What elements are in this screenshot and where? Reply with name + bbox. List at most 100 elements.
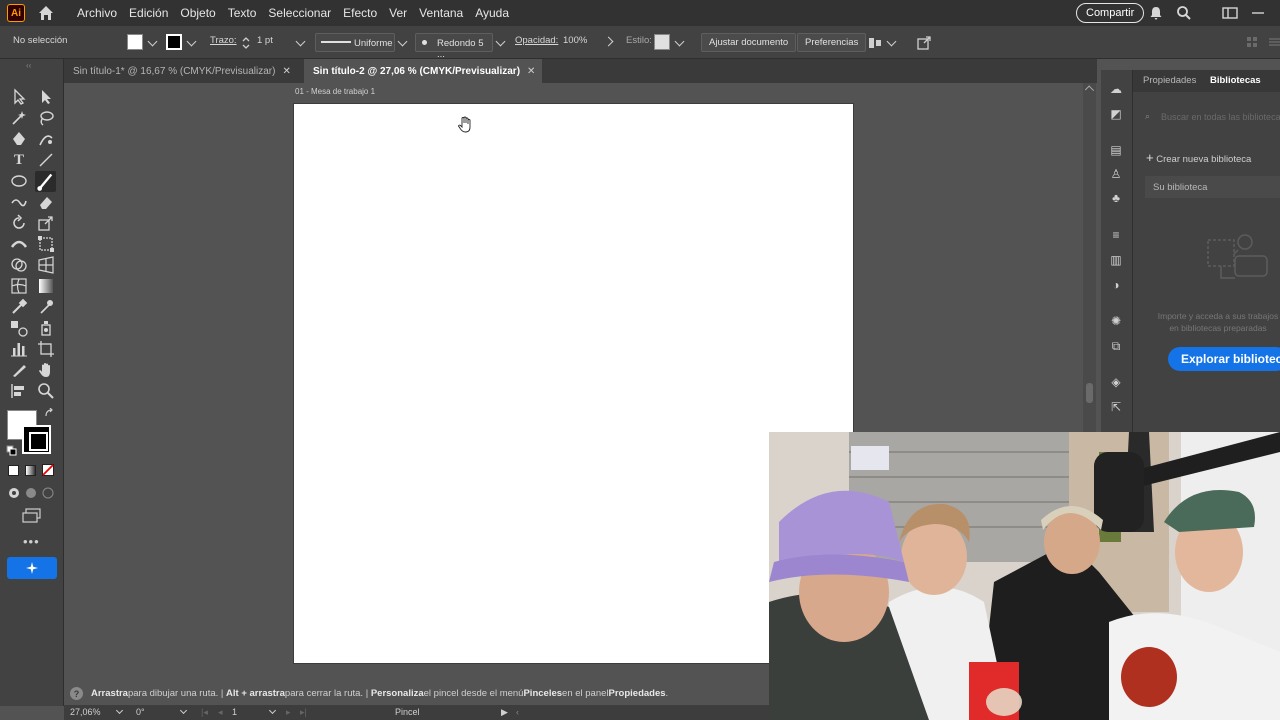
stroke-panel-icon[interactable]: ≡ — [1108, 227, 1124, 243]
libraries-cloud-icon[interactable]: ☁ — [1108, 81, 1124, 97]
chevron-down-icon[interactable] — [115, 706, 124, 715]
default-colors-icon[interactable] — [6, 445, 17, 456]
draw-behind-icon[interactable] — [25, 487, 37, 499]
next-artboard-icon[interactable]: ▸ — [286, 707, 291, 718]
measure-eyedropper-icon[interactable] — [37, 298, 55, 316]
menu-objeto[interactable]: Objeto — [174, 6, 221, 20]
menu-ver[interactable]: Ver — [383, 6, 413, 20]
search-input[interactable]: Buscar en todas las bibliotecas — [1161, 112, 1280, 122]
transparency-icon[interactable]: ◑ — [1108, 277, 1124, 293]
none-mode-icon[interactable] — [42, 464, 54, 476]
perspective-grid-icon[interactable] — [37, 256, 55, 274]
bell-icon[interactable] — [1148, 5, 1164, 21]
tab-doc-2[interactable]: Sin título-2 @ 27,06 % (CMYK/Previsualiz… — [304, 59, 542, 83]
collapse-icon[interactable]: ‹‹ — [26, 61, 31, 70]
gradient-tool-icon[interactable] — [37, 277, 55, 295]
tab-properties[interactable]: Propiedades — [1143, 75, 1196, 86]
last-artboard-icon[interactable]: ▸| — [300, 707, 307, 718]
menu-ventana[interactable]: Ventana — [413, 6, 469, 20]
direct-selection-tool-icon[interactable] — [37, 88, 55, 106]
opacity-field[interactable]: 100% — [563, 35, 587, 46]
chevron-down-icon[interactable] — [886, 36, 897, 47]
puppet-icon[interactable]: ♙ — [1108, 166, 1124, 182]
zoom-tool-icon[interactable] — [37, 382, 55, 400]
menu-edicion[interactable]: Edición — [123, 6, 174, 20]
column-graph-icon[interactable] — [10, 340, 28, 358]
zoom-field[interactable]: 27,06% — [70, 707, 101, 717]
shape-builder-icon[interactable] — [10, 256, 28, 274]
magic-wand-icon[interactable] — [10, 109, 28, 127]
menu-ayuda[interactable]: Ayuda — [469, 6, 515, 20]
document-icon[interactable]: ◩ — [1108, 106, 1124, 122]
lasso-icon[interactable] — [37, 109, 55, 127]
first-artboard-icon[interactable]: |◂ — [201, 707, 208, 718]
library-search[interactable]: ⌕ Buscar en todas las bibliotecas — [1143, 110, 1280, 126]
stepper-icon[interactable] — [241, 35, 251, 51]
scrollbar-thumb[interactable] — [1086, 383, 1093, 403]
fit-document-button[interactable]: Ajustar documento — [701, 33, 797, 52]
style-swatch[interactable] — [654, 34, 670, 50]
chevron-down-icon[interactable] — [186, 36, 197, 47]
artboards-panel-icon[interactable]: ⧉ — [1108, 338, 1124, 354]
color-mode-icon[interactable] — [8, 465, 19, 476]
symbol-sprayer-icon[interactable] — [37, 319, 55, 337]
draw-inside-icon[interactable] — [42, 487, 54, 499]
gradient-panel-icon[interactable]: ▥ — [1108, 252, 1124, 268]
minimize-icon[interactable] — [1250, 5, 1266, 21]
more-tools-icon[interactable]: ••• — [23, 534, 40, 549]
width-tool-icon[interactable] — [10, 235, 28, 253]
collapse-icon[interactable]: ‹ — [516, 707, 519, 717]
close-icon[interactable]: ✕ — [527, 66, 535, 77]
panel-grid-icon[interactable] — [1246, 36, 1258, 48]
paintbrush-tool-icon[interactable] — [35, 171, 56, 192]
mesh-tool-icon[interactable] — [10, 277, 28, 295]
align-icon[interactable] — [867, 35, 883, 51]
share-button[interactable]: Compartir — [1076, 3, 1145, 23]
rotate-tool-icon[interactable] — [10, 214, 28, 232]
export-icon[interactable] — [916, 35, 932, 51]
menu-efecto[interactable]: Efecto — [337, 6, 383, 20]
prev-artboard-icon[interactable]: ◂ — [218, 707, 223, 718]
chevron-down-icon[interactable] — [495, 36, 506, 47]
tab-doc-1[interactable]: Sin título-1* @ 16,67 % (CMYK/Previsuali… — [64, 59, 304, 83]
your-library-item[interactable]: Su biblioteca — [1145, 176, 1280, 198]
stroke-profile-select[interactable]: Uniforme — [315, 33, 395, 52]
stroke-label[interactable]: Trazo: — [210, 35, 237, 46]
screen-mode-icon[interactable] — [22, 508, 42, 524]
blend-tool-icon[interactable] — [10, 319, 28, 337]
artboard-tool-icon[interactable] — [37, 340, 55, 358]
stroke-weight-field[interactable]: 1 pt — [257, 35, 273, 46]
opacity-label[interactable]: Opacidad: — [515, 35, 558, 46]
chevron-down-icon[interactable] — [674, 36, 685, 47]
transform-panel-icon[interactable]: ▤ — [1108, 142, 1124, 158]
appearance-icon[interactable]: ✺ — [1108, 313, 1124, 329]
close-icon[interactable]: ✕ — [282, 66, 290, 77]
type-tool-icon[interactable]: T — [10, 151, 28, 169]
swap-colors-icon[interactable] — [44, 408, 55, 419]
scale-tool-icon[interactable] — [37, 214, 55, 232]
chevron-down-icon[interactable] — [147, 36, 158, 47]
draw-normal-icon[interactable] — [8, 487, 20, 499]
align-tool-icon[interactable] — [10, 382, 28, 400]
pen-tool-icon[interactable] — [10, 130, 28, 148]
play-icon[interactable]: ▶ — [501, 707, 508, 718]
gradient-mode-icon[interactable] — [25, 465, 36, 476]
chevron-right-icon[interactable] — [603, 36, 614, 47]
artboard-number-field[interactable]: 1 — [232, 707, 237, 717]
selection-tool-icon[interactable] — [10, 88, 28, 106]
hand-tool-icon[interactable] — [37, 361, 55, 379]
free-transform-icon[interactable] — [37, 235, 55, 253]
menu-archivo[interactable]: Archivo — [71, 6, 123, 20]
home-icon[interactable] — [37, 4, 55, 22]
layers-icon[interactable]: ◈ — [1108, 374, 1124, 390]
menu-texto[interactable]: Texto — [222, 6, 263, 20]
menu-icon[interactable] — [1268, 36, 1280, 48]
menu-seleccionar[interactable]: Seleccionar — [262, 6, 337, 20]
search-icon[interactable] — [1176, 5, 1192, 21]
chevron-down-icon[interactable] — [268, 706, 277, 715]
ellipse-tool-icon[interactable] — [10, 172, 28, 190]
chevron-down-icon[interactable] — [179, 706, 188, 715]
explore-libraries-button[interactable]: Explorar bibliotecas — [1168, 347, 1280, 371]
line-tool-icon[interactable] — [37, 151, 55, 169]
brush-select[interactable]: Redondo 5 ... — [415, 33, 493, 60]
